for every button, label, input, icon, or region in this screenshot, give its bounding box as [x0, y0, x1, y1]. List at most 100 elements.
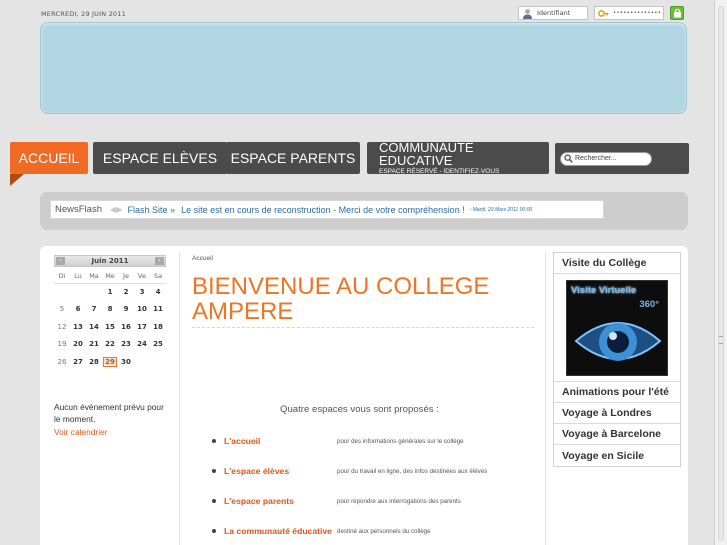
virtual-tour-banner[interactable]: Visite Virtuelle 360° [554, 274, 680, 382]
calendar-week: 19 20 21 22 23 24 25 [54, 336, 166, 354]
calendar-day[interactable]: 10 [134, 301, 150, 319]
breadcrumb[interactable]: Accueil [192, 255, 213, 262]
tab-label: ESPACE PARENTS [230, 150, 356, 166]
tab-communaute-educative[interactable]: COMMUNAUTÉ EDUCATIVE ESPACE RÉSERVÉ - ID… [367, 139, 549, 175]
calendar-month: Juin 2011 [91, 257, 129, 265]
calendar-day[interactable]: 2 [118, 283, 134, 301]
calendar-day[interactable]: 5 [54, 301, 70, 319]
page-title: BIENVENUE AU COLLEGE AMPERE [192, 274, 522, 324]
newsflash-date: - Mardi, 29 Mars 2011 00:00 [469, 206, 533, 213]
login-bar: Identifiant •••••••••••••• [518, 6, 684, 20]
sidebar-item-londres[interactable]: Voyage à Londres [554, 403, 680, 424]
bullet [212, 469, 216, 473]
bullet [212, 499, 216, 503]
calendar-day[interactable]: 20 [70, 336, 86, 354]
calendar-day[interactable]: 8 [102, 301, 118, 319]
calendar-today[interactable]: 29 [103, 356, 117, 367]
sidebar-item-animations[interactable]: Animations pour l'été [554, 382, 680, 403]
calendar-empty-cell [86, 283, 102, 301]
calendar-day[interactable]: 14 [86, 318, 102, 336]
view-calendar-link[interactable]: Voir calendrier [54, 427, 108, 437]
calendar-day[interactable]: 23 [118, 336, 134, 354]
list-item: La communauté éducative destiné aux pers… [212, 524, 542, 538]
tab-espace-parents[interactable]: ESPACE PARENTS [226, 142, 360, 174]
list-item: L'accueil pour des informations générale… [212, 434, 542, 448]
newsflash-message[interactable]: Le site est en cours de reconstruction -… [181, 205, 465, 215]
calendar-day[interactable]: 16 [118, 318, 134, 336]
user-icon [521, 7, 533, 19]
site-banner [40, 22, 687, 114]
search-area: Rechercher... [555, 143, 689, 174]
calendar-widget: ‹ Juin 2011 › Di Lu Ma Me Je Ve Sa 1 2 3 4 5 6 7 8 9 10… [54, 255, 166, 371]
username-field[interactable]: Identifiant [518, 6, 588, 20]
space-link-accueil[interactable]: L'accueil [224, 436, 337, 446]
calendar-day[interactable]: 24 [134, 336, 150, 354]
calendar-grid: Di Lu Ma Me Je Ve Sa 1 2 3 4 5 6 7 8 9 10 11 12 13 14 15 16 17… [54, 269, 166, 371]
space-link-parents[interactable]: L'espace parents [224, 496, 337, 506]
sidebar-item-barcelone[interactable]: Voyage à Barcelone [554, 424, 680, 445]
bullet [212, 439, 216, 443]
search-input[interactable]: Rechercher... [560, 151, 652, 166]
calendar-day[interactable]: 3 [134, 283, 150, 301]
vertical-scrollbar[interactable] [714, 0, 727, 545]
tab-accueil[interactable]: ACCUEIL [10, 142, 88, 186]
calendar-day[interactable]: 21 [86, 336, 102, 354]
tab-espace-eleves[interactable]: ESPACE ELÈVES [93, 142, 227, 174]
calendar-day[interactable]: 18 [150, 318, 166, 336]
list-item: L'espace élèves pour du travail en ligne… [212, 464, 542, 478]
calendar-day[interactable]: 22 [102, 336, 118, 354]
newsflash-label: NewsFlash [55, 204, 102, 215]
scrollbar-track[interactable] [718, 6, 724, 541]
calendar-day[interactable]: 30 [118, 353, 134, 371]
tab-label: ACCUEIL [18, 150, 80, 166]
calendar-day[interactable]: 25 [150, 336, 166, 354]
newsflash-ticker: NewsFlash ◀ ▶ Flash Site » Le site est e… [50, 200, 604, 219]
bullet [212, 529, 216, 533]
space-description: pour des informations générales sur le c… [337, 437, 464, 445]
calendar-day[interactable]: 28 [86, 353, 102, 371]
calendar-next-button[interactable]: › [154, 257, 164, 265]
calendar-day[interactable]: 1 [102, 283, 118, 301]
calendar-prev-button[interactable]: ‹ [56, 257, 65, 265]
calendar-day[interactable]: 9 [118, 301, 134, 319]
calendar-day[interactable]: 4 [150, 283, 166, 301]
search-placeholder: Rechercher... [575, 155, 617, 162]
calendar-weekday: Lu [74, 271, 82, 280]
calendar-day[interactable]: 26 [54, 353, 70, 371]
calendar-week: 12 13 14 15 16 17 18 [54, 318, 166, 336]
tab-fold-decoration [10, 174, 24, 186]
scrollbar-grip[interactable] [719, 336, 723, 344]
newsflash-site-link[interactable]: Flash Site » [128, 205, 176, 215]
calendar-day[interactable]: 29 [102, 353, 118, 371]
calendar-day[interactable]: 11 [150, 301, 166, 319]
list-item: L'espace parents pour répondre aux inter… [212, 494, 542, 508]
lock-icon [673, 8, 681, 18]
calendar-day[interactable]: 13 [70, 318, 86, 336]
space-description: pour du travail en ligne, des infos dest… [337, 467, 488, 475]
calendar-day[interactable]: 17 [134, 318, 150, 336]
calendar-day[interactable]: 6 [70, 301, 86, 319]
sidebar-item-sicile[interactable]: Voyage en Sicile [554, 445, 680, 466]
calendar-header: ‹ Juin 2011 › [54, 255, 166, 267]
calendar-day[interactable]: 12 [54, 318, 70, 336]
space-description: pour répondre aux interrogations des par… [337, 497, 461, 505]
calendar-empty-cell [70, 283, 86, 301]
login-button[interactable] [670, 6, 684, 20]
newsflash-arrows[interactable]: ◀ ▶ [110, 205, 122, 214]
calendar-week: 5 6 7 8 9 10 11 [54, 301, 166, 319]
sidebar-menu: Visite du Collège Visite Virtuelle 360° … [553, 252, 681, 467]
column-divider [545, 252, 546, 545]
calendar-empty-cell [134, 353, 150, 371]
space-link-communaute[interactable]: La communauté éducative [224, 526, 337, 536]
tab-label: COMMUNAUTÉ EDUCATIVE [379, 139, 474, 168]
sidebar-item-visite[interactable]: Visite du Collège [554, 253, 680, 274]
calendar-day[interactable]: 7 [86, 301, 102, 319]
calendar-day[interactable]: 19 [54, 336, 70, 354]
title-divider [192, 327, 534, 328]
calendar-day[interactable]: 27 [70, 353, 86, 371]
calendar-day[interactable]: 15 [102, 318, 118, 336]
password-field[interactable]: •••••••••••••• [594, 6, 664, 20]
space-link-eleves[interactable]: L'espace élèves [224, 466, 337, 476]
tab-sublabel: ESPACE RÉSERVÉ - IDENTIFIEZ-VOUS [379, 167, 500, 175]
key-icon [597, 7, 609, 19]
